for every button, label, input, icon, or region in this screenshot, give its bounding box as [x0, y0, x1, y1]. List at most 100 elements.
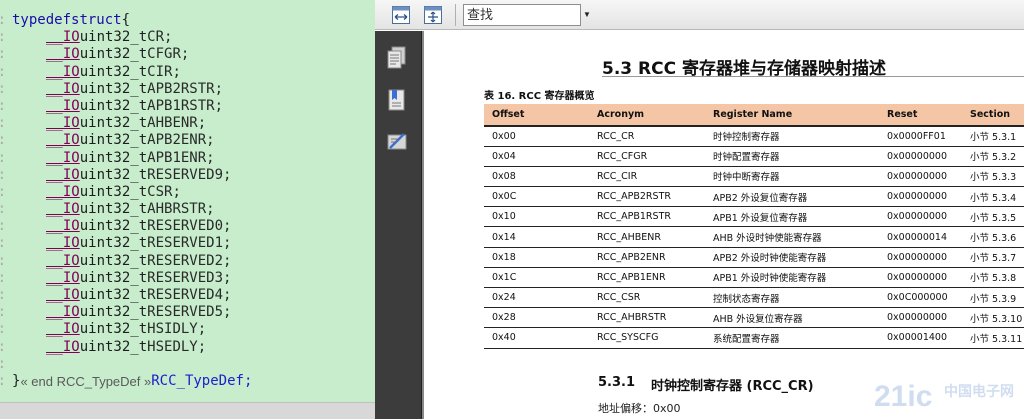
table-cell: APB2 外设时钟使能寄存器	[705, 247, 879, 268]
struct-field: APB2ENR;	[147, 132, 215, 149]
io-macro: __IO	[46, 235, 80, 252]
code-line: 5: __IO uint32_t RESERVED4;	[0, 287, 375, 304]
table-cell: 0x00000000	[879, 166, 962, 188]
io-macro: __IO	[46, 338, 80, 355]
table-cell: RCC_APB1RSTR	[589, 206, 705, 228]
io-macro: __IO	[46, 321, 80, 338]
io-macro: __IO	[46, 115, 80, 132]
table-cell: APB1 外设复位寄存器	[705, 206, 879, 228]
pdf-page[interactable]: 5.3 RCC 寄存器堆与存储器映射描述 表 16. RCC 寄存器概览 Off…	[422, 31, 1024, 419]
struct-field: RESERVED1;	[147, 235, 232, 252]
open-brace: {	[121, 12, 131, 28]
keyword-struct: struct	[71, 12, 122, 28]
io-macro: __IO	[46, 218, 80, 235]
code-editor[interactable]: 9:typedef struct {0:__IO uint32_t CR;1:_…	[0, 0, 375, 419]
table-cell: 0x24	[484, 287, 589, 309]
struct-field: CSR;	[147, 183, 181, 200]
line-number: 0:	[0, 201, 12, 218]
editor-horizontal-scrollbar[interactable]	[0, 402, 375, 419]
code-line: 3: __IO uint32_t RESERVED2;	[0, 253, 375, 270]
bookmarks-panel-button[interactable]	[384, 87, 410, 113]
table-cell: 0x28	[484, 307, 589, 329]
find-dropdown-arrow-icon[interactable]: ▼	[583, 10, 593, 19]
table-cell: RCC_APB2ENR	[589, 247, 705, 268]
code-line: 7: __IO uint32_t HSIDLY;	[0, 321, 375, 338]
code-line: 8: __IO uint32_t RESERVED9;	[0, 167, 375, 184]
code-line: 9: __IO uint32_t CSR;	[0, 184, 375, 201]
pages-panel-button[interactable]	[384, 45, 410, 71]
code-line: 7: __IO uint32_t APB1ENR;	[0, 150, 375, 167]
code-line: 0:} « end RCC_TypeDef » RCC_TypeDef;	[0, 373, 375, 390]
code-line: 2: __IO uint32_t CIR;	[0, 64, 375, 81]
table-cell: 0x00000014	[879, 226, 962, 248]
line-number: 1:	[0, 46, 12, 63]
table-row: 0x1C RCC_APB1ENR APB1 外设时钟使能寄存器 0x00000000 小…	[484, 267, 1024, 289]
column-header: Reset	[879, 104, 962, 127]
line-number: 0:	[0, 29, 12, 46]
struct-field: CFGR;	[147, 46, 190, 63]
table-cell: 0x10	[484, 206, 589, 228]
code-line: 5: __IO uint32_t AHBENR;	[0, 115, 375, 132]
line-number: 2:	[0, 64, 12, 81]
struct-field: CIR;	[147, 63, 181, 80]
field-type: uint32_t	[79, 183, 148, 200]
table-cell: 0x0C	[484, 186, 589, 208]
line-number: 8:	[0, 167, 12, 184]
io-macro: __IO	[46, 287, 80, 303]
table-row: 0x40 RCC_SYSCFG 系统配置寄存器 0x00001400 小节 5.3.11	[484, 327, 1024, 349]
table-cell: APB1 外设时钟使能寄存器	[705, 267, 879, 289]
line-number: 7:	[0, 321, 12, 338]
line-number: 6:	[0, 132, 12, 149]
code-line: 4: __IO uint32_t RESERVED3;	[0, 270, 375, 287]
struct-field: RESERVED5;	[147, 304, 232, 321]
fit-width-button[interactable]	[389, 4, 413, 26]
find-input[interactable]: 查找	[463, 3, 581, 26]
pages-icon	[387, 46, 406, 69]
code-lines[interactable]: 9:typedef struct {0:__IO uint32_t CR;1:_…	[0, 12, 375, 390]
table-row: 0x10 RCC_APB1RSTR APB1 外设复位寄存器 0x00000000 小节…	[484, 206, 1024, 228]
register-table: Offset Acronym Register Name Reset Section 0…	[484, 104, 1024, 349]
field-type: uint32_t	[79, 132, 148, 149]
code-line: 4: __IO uint32_t APB1RSTR;	[0, 98, 375, 115]
line-number: 4:	[0, 270, 12, 287]
field-type: uint32_t	[79, 252, 148, 269]
table-cell: 小节 5.3.2	[962, 146, 1024, 167]
io-macro: __IO	[46, 149, 80, 166]
pdf-toolbar: 查找 ▼	[375, 0, 1024, 30]
table-cell: 小节 5.3.3	[962, 166, 1024, 188]
type-name: RCC_TypeDef;	[151, 372, 253, 389]
table-cell: 0x14	[484, 226, 589, 248]
line-number: 9:	[0, 356, 12, 373]
table-cell: 0x04	[484, 146, 589, 167]
table-row: 0x18 RCC_APB2ENR APB2 外设时钟使能寄存器 0x00000000 小…	[484, 247, 1024, 268]
table-cell: AHB 外设时钟使能寄存器	[705, 226, 879, 248]
close-brace: }	[12, 372, 21, 389]
table-row: 0x28 RCC_AHBRSTR AHB 外设复位寄存器 0x00000000 小节 5…	[484, 307, 1024, 329]
field-type: uint32_t	[79, 218, 148, 235]
fold-comment: « end RCC_TypeDef »	[20, 373, 152, 389]
table-cell: 0x00	[484, 126, 589, 147]
table-header-row: Offset Acronym Register Name Reset Section	[484, 104, 1024, 127]
io-macro: __IO	[46, 80, 80, 97]
table-cell: 小节 5.3.7	[962, 247, 1024, 268]
field-type: uint32_t	[79, 29, 148, 46]
field-type: uint32_t	[79, 304, 148, 321]
fit-page-button[interactable]	[421, 4, 445, 26]
bookmarks-icon	[388, 89, 405, 111]
address-offset: 地址偏移：0x00	[598, 402, 681, 415]
annotations-panel-button[interactable]	[384, 129, 410, 155]
line-number: 4:	[0, 98, 12, 115]
table-cell: 0x00000000	[879, 267, 962, 289]
line-number: 8:	[0, 339, 12, 356]
line-number: 0:	[0, 373, 12, 390]
